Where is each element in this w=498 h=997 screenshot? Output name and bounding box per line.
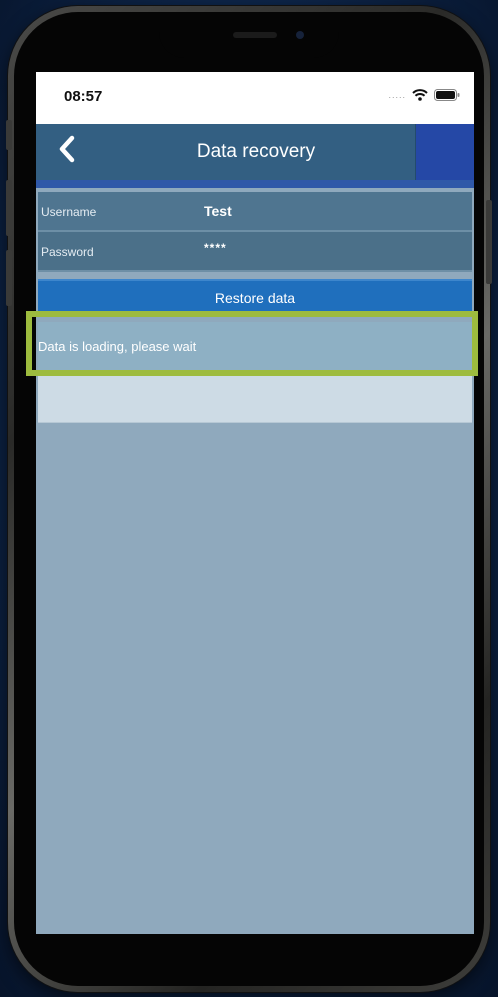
volume-up-button bbox=[6, 180, 12, 236]
signal-icon: ..... bbox=[388, 90, 406, 100]
front-camera bbox=[296, 31, 304, 39]
nav-divider bbox=[36, 180, 474, 188]
username-field[interactable]: Test bbox=[204, 203, 232, 219]
nav-bar-main: Data recovery bbox=[36, 124, 416, 180]
restore-data-button[interactable]: Restore data bbox=[38, 279, 472, 315]
loading-panel bbox=[38, 370, 472, 423]
status-icons: ..... bbox=[388, 89, 460, 101]
nav-bar: Data recovery bbox=[36, 124, 474, 180]
password-label: Password bbox=[41, 245, 94, 259]
speaker-grille bbox=[233, 32, 277, 38]
status-bar: 08:57 ..... bbox=[36, 72, 474, 124]
app-screen: 08:57 ..... Data recovery Username Test … bbox=[36, 72, 474, 934]
nav-bar-side-panel bbox=[416, 124, 474, 180]
phone-bottom-bezel bbox=[36, 934, 474, 956]
power-button bbox=[486, 200, 492, 284]
back-button[interactable] bbox=[50, 134, 84, 168]
volume-down-button bbox=[6, 250, 12, 306]
password-field[interactable]: **** bbox=[204, 241, 227, 255]
password-row[interactable]: Password **** bbox=[38, 232, 472, 272]
username-row[interactable]: Username Test bbox=[38, 192, 472, 232]
highlight-annotation bbox=[26, 311, 478, 376]
mute-switch bbox=[6, 120, 12, 150]
login-form: Username Test Password **** bbox=[38, 192, 472, 272]
page-title: Data recovery bbox=[196, 141, 316, 162]
status-time: 08:57 bbox=[64, 88, 103, 105]
back-chevron-icon bbox=[58, 135, 76, 168]
battery-icon bbox=[434, 89, 460, 101]
username-label: Username bbox=[41, 205, 97, 219]
wifi-icon bbox=[412, 89, 428, 101]
